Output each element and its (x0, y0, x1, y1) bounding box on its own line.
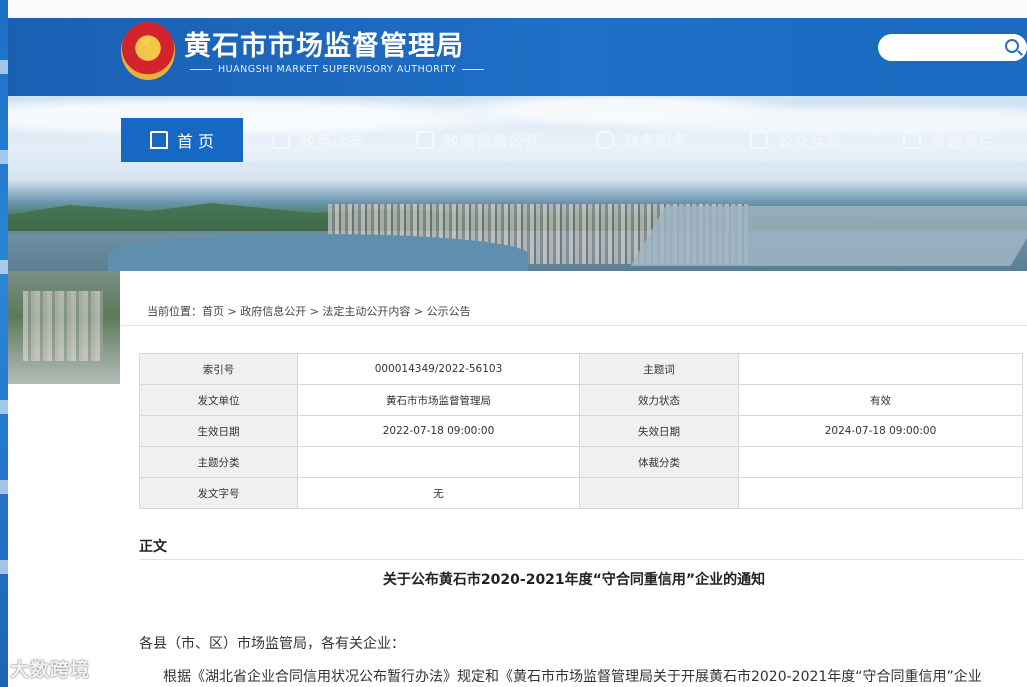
table-row: 发文字号 无 (139, 477, 1023, 509)
meta-value: 有效 (738, 384, 1023, 416)
service-chat-icon (596, 131, 615, 149)
meta-key: 效力状态 (579, 384, 739, 416)
info-board-icon (416, 131, 435, 149)
document-meta-table: 索引号 000014349/2022-56103 主题词 发文单位 黄石市市场监… (139, 353, 1023, 509)
desktop-edge (0, 0, 8, 687)
watermark-logo: 大数跨境 (10, 659, 91, 681)
nav-label: 首 页 (176, 132, 215, 151)
search-input[interactable] (878, 34, 1027, 61)
meta-value (738, 353, 1023, 385)
document-title: 关于公布黄石市2020-2021年度“守合同重信用”企业的通知 (382, 572, 766, 588)
nav-label: 政府信息公开 (443, 132, 540, 151)
meta-key: 发文单位 (139, 384, 298, 416)
body-paragraph: 各县（市、区）市场监管局，各有关企业： (139, 636, 405, 652)
desktop-icon[interactable] (0, 260, 8, 274)
table-row: 发文单位 黄石市市场监督管理局 效力状态 有效 (139, 384, 1023, 416)
nav-public-interaction[interactable]: 公众互动 (721, 118, 871, 162)
national-emblem-icon (121, 22, 175, 80)
table-row: 生效日期 2022-07-18 09:00:00 失效日期 2024-07-18… (139, 415, 1023, 447)
document-icon (272, 131, 291, 149)
meta-key: 失效日期 (579, 415, 739, 447)
desktop-icon[interactable] (0, 60, 8, 74)
meta-value: 2024-07-18 09:00:00 (738, 415, 1023, 447)
meta-key: 体裁分类 (579, 446, 739, 478)
main-nav: 首 页 政务动态 政府信息公开 政务服务 公众互动 专题专栏 (121, 118, 1027, 162)
book-icon (903, 131, 922, 149)
meta-key: 主题分类 (139, 446, 298, 478)
desktop-icon[interactable] (0, 150, 8, 164)
body-paragraph: 根据《湖北省企业合同信用状况公布暂行办法》规定和《黄石市市场监督管理局关于开展黄… (163, 669, 982, 685)
table-row: 索引号 000014349/2022-56103 主题词 (139, 353, 1023, 385)
meta-value: 2022-07-18 09:00:00 (297, 415, 580, 447)
meta-value: 无 (297, 477, 580, 509)
banner-lake (108, 234, 528, 271)
nav-label: 专题专栏 (930, 132, 995, 151)
nav-label: 公众互动 (777, 132, 842, 151)
nav-home[interactable]: 首 页 (121, 118, 243, 162)
section-label: 正文 (139, 539, 167, 555)
desktop-icon[interactable] (0, 400, 8, 414)
meta-key (579, 477, 739, 509)
table-row: 主题分类 体裁分类 (139, 446, 1023, 478)
meta-key: 发文字号 (139, 477, 298, 509)
site-subtitle: HUANGSHI MARKET SUPERVISORY AUTHORITY (184, 64, 490, 75)
nav-government-news[interactable]: 政务动态 (243, 118, 393, 162)
divider (121, 325, 1027, 326)
meta-value (738, 477, 1023, 509)
meta-key: 索引号 (139, 353, 298, 385)
meta-value: 000014349/2022-56103 (297, 353, 580, 385)
nav-label: 政务服务 (623, 132, 688, 151)
nav-label: 政务动态 (299, 132, 364, 151)
banner-lower-left (8, 271, 120, 384)
nav-government-services[interactable]: 政务服务 (563, 118, 721, 162)
desktop-icon[interactable] (0, 480, 8, 494)
nav-special-topics[interactable]: 专题专栏 (871, 118, 1027, 162)
meta-value (297, 446, 580, 478)
browser-top-strip (8, 0, 1027, 18)
article-panel: 当前位置：首页 > 政府信息公开 > 法定主动公开内容 > 公示公告 索引号 0… (121, 271, 1027, 687)
meta-key: 生效日期 (139, 415, 298, 447)
search-icon[interactable] (1005, 39, 1019, 53)
nav-info-disclosure[interactable]: 政府信息公开 (393, 118, 563, 162)
meta-value: 黄石市市场监督管理局 (297, 384, 580, 416)
meta-key: 主题词 (579, 353, 739, 385)
meta-value (738, 446, 1023, 478)
home-icon (149, 131, 168, 149)
site-header: 黄石市市场监督管理局 HUANGSHI MARKET SUPERVISORY A… (8, 18, 1027, 96)
banner-river (630, 206, 1027, 266)
site-title[interactable]: 黄石市市场监督管理局 (184, 24, 464, 63)
divider (139, 559, 1023, 560)
chevron-down-icon[interactable]: ▾ (516, 675, 534, 687)
breadcrumb[interactable]: 当前位置：首页 > 政府信息公开 > 法定主动公开内容 > 公示公告 (147, 303, 471, 319)
desktop-icon[interactable] (0, 560, 8, 574)
bookmark-icon (750, 131, 769, 149)
